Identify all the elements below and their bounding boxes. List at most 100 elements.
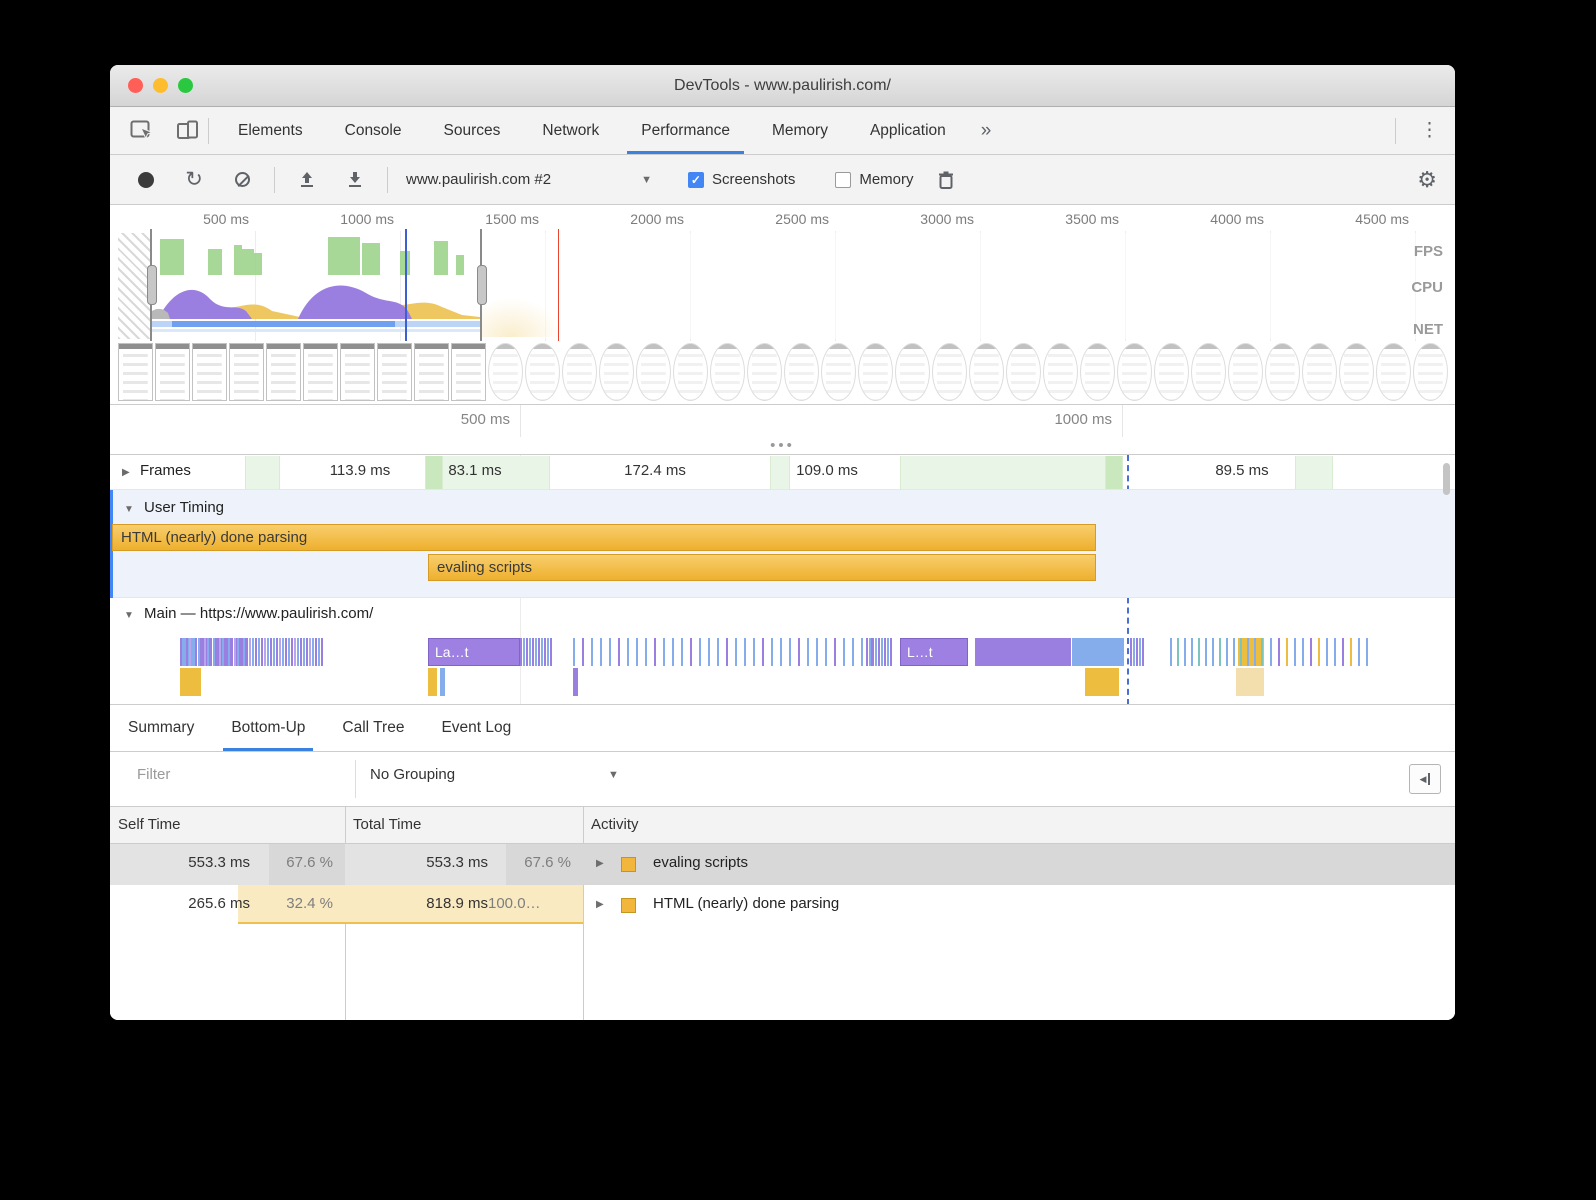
tab-network[interactable]: Network [542,107,599,154]
filmstrip-thumbnail[interactable] [118,343,153,401]
filmstrip-thumbnail[interactable] [1154,343,1189,401]
memory-checkbox[interactable] [835,171,852,188]
filmstrip-thumbnail[interactable] [1413,343,1448,401]
flame-chart-tracks[interactable]: ▶ Frames 113.9 ms 83.1 ms 172.4 ms 109.0 ms… [110,455,1455,705]
screenshots-checkbox[interactable]: ✓ [687,171,704,188]
filmstrip-thumbnail[interactable] [414,343,449,401]
col-activity[interactable]: Activity [591,816,639,833]
memory-label[interactable]: Memory [859,171,913,188]
col-self-time[interactable]: Self Time [118,816,181,833]
filmstrip-thumbnail[interactable] [377,343,412,401]
main-track-header[interactable]: ▼ Main — https://www.paulirish.com/ [110,598,1455,636]
frame-block[interactable] [1295,456,1333,489]
frame-block[interactable] [900,456,1115,489]
filmstrip-thumbnail[interactable] [266,343,301,401]
flame-event-layout[interactable]: La…t [428,638,520,666]
tab-elements[interactable]: Elements [238,107,303,154]
filmstrip-thumbnail[interactable] [1265,343,1300,401]
filmstrip-thumbnail[interactable] [821,343,856,401]
filmstrip-thumbnail[interactable] [1302,343,1337,401]
col-total-time[interactable]: Total Time [353,816,421,833]
filmstrip-thumbnail[interactable] [562,343,597,401]
filmstrip-thumbnail[interactable] [340,343,375,401]
frame-block[interactable] [1105,456,1123,489]
screenshots-label[interactable]: Screenshots [712,171,795,188]
tab-event-log[interactable]: Event Log [441,705,511,751]
filmstrip-thumbnail[interactable] [1339,343,1374,401]
main-flame-chart[interactable]: La…t L…t [118,638,1451,702]
filmstrip-thumbnail[interactable] [599,343,634,401]
filmstrip-thumbnail[interactable] [303,343,338,401]
collapse-arrow-icon[interactable]: ▼ [124,504,134,515]
filmstrip-thumbnail[interactable] [858,343,893,401]
timeline-overview[interactable]: 500 ms 1000 ms 1500 ms 2000 ms 2500 ms 3000 m… [110,205,1455,405]
filter-input[interactable] [135,765,335,784]
tab-sources[interactable]: Sources [444,107,501,154]
minimize-window-button[interactable] [153,78,168,93]
kebab-menu-icon[interactable]: ⋮ [1420,109,1439,153]
load-profile-button[interactable] [295,168,319,192]
tab-application[interactable]: Application [870,107,946,154]
filmstrip-thumbnail[interactable] [932,343,967,401]
user-timing-track[interactable]: ▼ User Timing HTML (nearly) done parsing… [110,490,1455,598]
selection-handle-left[interactable] [147,229,157,341]
flame-event-layout[interactable]: L…t [900,638,968,666]
selection-handle-right[interactable] [477,229,487,341]
filmstrip-thumbnail[interactable] [673,343,708,401]
grouping-select[interactable]: No Grouping [370,766,455,783]
frames-track[interactable]: ▶ Frames 113.9 ms 83.1 ms 172.4 ms 109.0 ms… [110,455,1455,490]
tab-bottom-up[interactable]: Bottom-Up [223,705,314,751]
filmstrip-thumbnail[interactable] [1043,343,1078,401]
filmstrip-thumbnail[interactable] [1191,343,1226,401]
toggle-sidebar-button[interactable]: ◀ [1409,764,1441,794]
close-window-button[interactable] [128,78,143,93]
frame-block[interactable] [425,456,443,489]
tab-call-tree[interactable]: Call Tree [342,705,404,751]
expand-arrow-icon[interactable]: ▶ [596,899,604,910]
filmstrip-thumbnail[interactable] [895,343,930,401]
more-tabs-icon[interactable]: » [981,120,992,142]
expand-arrow-icon[interactable]: ▶ [122,467,130,478]
tab-memory[interactable]: Memory [772,107,828,154]
collapse-arrow-icon[interactable]: ▼ [124,610,134,621]
filmstrip-thumbnail[interactable] [969,343,1004,401]
filmstrip-thumbnail[interactable] [1080,343,1115,401]
filmstrip-thumbnail[interactable] [192,343,227,401]
filmstrip-thumbnail[interactable] [451,343,486,401]
save-profile-button[interactable] [343,168,367,192]
zoom-window-button[interactable] [178,78,193,93]
filmstrip-thumbnail[interactable] [1117,343,1152,401]
device-toolbar-icon[interactable] [176,120,200,142]
tab-performance[interactable]: Performance [627,107,744,154]
frame-block[interactable] [770,456,790,489]
panel-resize-strip[interactable]: ••• [110,437,1455,455]
gear-icon[interactable]: ⚙ [1417,167,1437,193]
filmstrip-thumbnail[interactable] [1228,343,1263,401]
tab-summary[interactable]: Summary [128,705,194,751]
filmstrip-thumbnail[interactable] [747,343,782,401]
filmstrip-thumbnail[interactable] [1006,343,1041,401]
flame-segment [690,638,692,666]
tracks-scrollbar[interactable] [1443,463,1450,495]
profile-select[interactable]: www.paulirish.com #2 ▼ [406,171,652,188]
garbage-collect-button[interactable] [934,168,958,192]
reload-and-profile-button[interactable]: ↻ [182,168,206,192]
user-timing-bar[interactable]: HTML (nearly) done parsing [112,524,1096,551]
filmstrip-thumbnail[interactable] [710,343,745,401]
clear-profiles-button[interactable] [230,168,254,192]
filmstrip-thumbnail[interactable] [636,343,671,401]
expand-arrow-icon[interactable]: ▶ [596,858,604,869]
filmstrip-thumbnail[interactable] [488,343,523,401]
filmstrip-thumbnail[interactable] [229,343,264,401]
user-timing-bar[interactable]: evaling scripts [428,554,1096,581]
table-row[interactable]: 265.6 ms 32.4 % 818.9 ms 100.0… ▶ HTML (… [110,885,1455,926]
inspect-element-icon[interactable] [130,120,156,142]
filmstrip-thumbnail[interactable] [1376,343,1411,401]
frame-block[interactable] [245,456,280,489]
filmstrip-thumbnail[interactable] [525,343,560,401]
table-row[interactable]: 553.3 ms 67.6 % 553.3 ms 67.6 % ▶ evalin… [110,844,1455,885]
filmstrip-thumbnail[interactable] [155,343,190,401]
record-button[interactable] [134,168,158,192]
filmstrip-thumbnail[interactable] [784,343,819,401]
tab-console[interactable]: Console [345,107,402,154]
